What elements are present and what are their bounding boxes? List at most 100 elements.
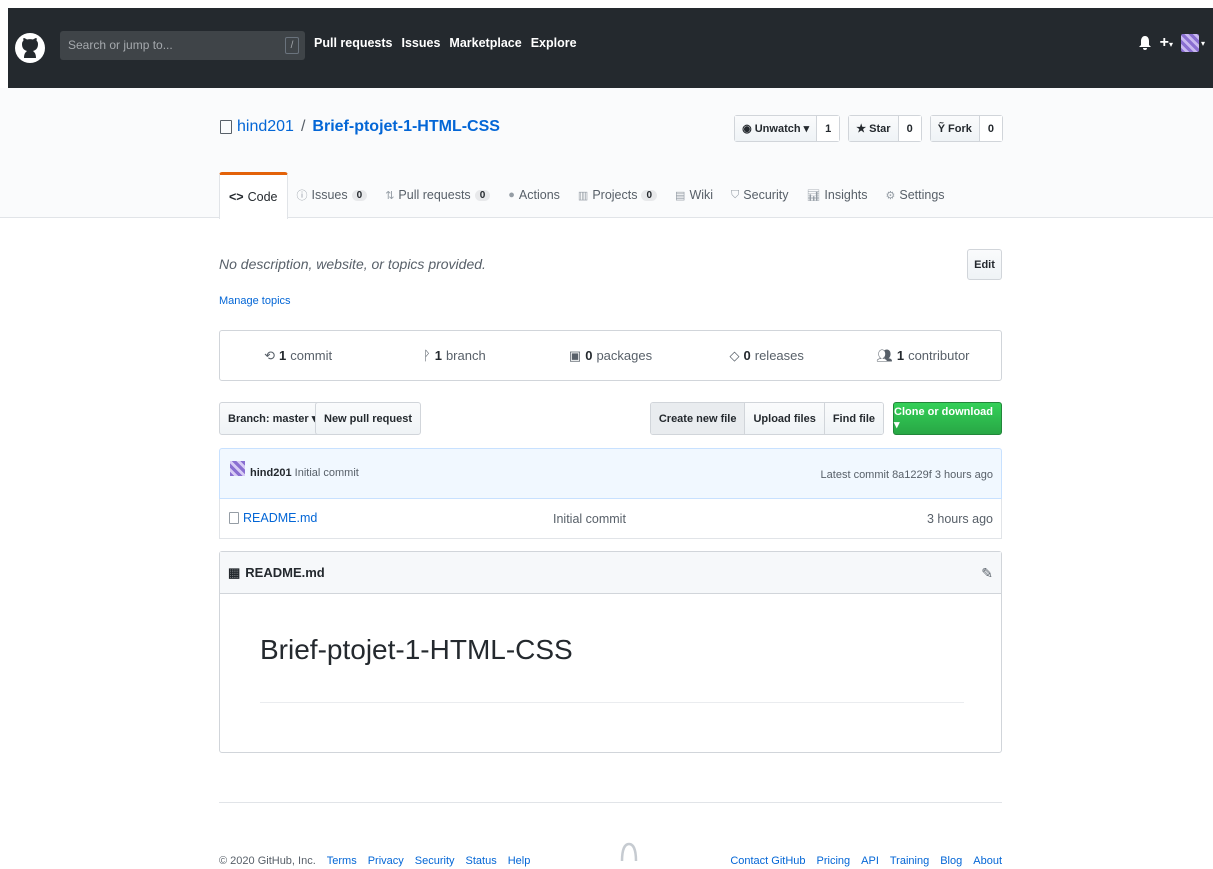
nav-pull-requests[interactable]: Pull requests (314, 36, 393, 50)
tab-issues-label: Issues (311, 188, 348, 202)
footer-link-pricing[interactable]: Pricing (817, 855, 851, 867)
github-logo-icon[interactable] (619, 841, 639, 861)
footer-link-contact[interactable]: Contact GitHub (730, 855, 805, 867)
tab-pull-requests[interactable]: ⇅ Pull requests 0 (376, 172, 499, 218)
history-icon: ⟲ (264, 347, 275, 363)
commit-message[interactable]: Initial commit (295, 467, 359, 479)
summary-branches[interactable]: ᚹ 1 branch (376, 331, 532, 380)
file-navigation: Branch: master ▾ New pull request Create… (219, 402, 1002, 436)
releases-label: releases (754, 348, 804, 363)
package-icon: ▣ (568, 347, 582, 363)
bell-icon[interactable] (1138, 35, 1152, 51)
branch-select-button[interactable]: Branch: master ▾ (219, 402, 327, 435)
fork-button[interactable]: Ỹ Fork (930, 116, 979, 141)
book-icon: ▦ (228, 564, 241, 580)
footer-link-training[interactable]: Training (890, 855, 929, 867)
divider (219, 802, 1002, 803)
latest-commit-info[interactable]: Latest commit 8a1229f 3 hours ago (821, 469, 993, 481)
create-new-dropdown[interactable]: +▾ (1160, 34, 1173, 52)
upload-files-button[interactable]: Upload files (744, 403, 824, 434)
github-logo-icon[interactable] (14, 32, 46, 64)
avatar (1180, 34, 1199, 52)
star-icon: ★ (856, 123, 867, 135)
new-pull-request-button[interactable]: New pull request (315, 402, 422, 435)
tab-wiki[interactable]: ▤ Wiki (666, 172, 722, 218)
tab-code[interactable]: <> Code (219, 172, 288, 219)
tab-issues[interactable]: ⓘ Issues 0 (288, 172, 377, 218)
commit-author-link[interactable]: hind201 (250, 467, 292, 479)
play-icon: ● (508, 189, 515, 201)
shield-icon: ⛉ (731, 188, 740, 201)
footer-link-status[interactable]: Status (466, 855, 497, 867)
nav-marketplace[interactable]: Marketplace (449, 36, 521, 50)
fork-count[interactable]: 0 (978, 116, 1002, 141)
commits-count: 1 (278, 348, 287, 363)
footer-link-api[interactable]: API (861, 855, 879, 867)
chevron-down-icon: ▾ (1168, 40, 1173, 49)
watch-count[interactable]: 1 (816, 116, 840, 141)
packages-count: 0 (585, 348, 593, 363)
repo-tabs: <> Code ⓘ Issues 0 ⇅ Pull requests 0 ● Actions… (219, 172, 954, 219)
footer-left: © 2020 GitHub, Inc. Terms Privacy Securi… (219, 855, 530, 867)
summary-packages[interactable]: ▣ 0 packages (532, 331, 688, 380)
create-new-file-button[interactable]: Create new file (650, 403, 745, 434)
tab-settings[interactable]: ⚙ Settings (877, 172, 954, 218)
tab-actions[interactable]: ● Actions (499, 172, 569, 218)
tab-insights[interactable]: 📊︎ Insights (797, 172, 876, 218)
clone-or-download-button[interactable]: Clone or download ▾ (893, 402, 1002, 435)
manage-topics-link[interactable]: Manage topics (219, 295, 291, 307)
footer-link-help[interactable]: Help (508, 855, 531, 867)
file-actions-group: Create new file Upload files Find file (649, 402, 884, 435)
summary-releases[interactable]: ◇ 0 releases (689, 331, 845, 380)
search-input[interactable]: Search or jump to... / (60, 31, 305, 60)
footer-link-terms[interactable]: Terms (327, 855, 357, 867)
summary-contributors[interactable]: 👥︎ 1 contributor (845, 331, 1001, 380)
pull-request-icon: ⇅ (385, 189, 395, 202)
file-link[interactable]: README.md (243, 511, 317, 525)
star-count[interactable]: 0 (897, 116, 921, 141)
nav-issues[interactable]: Issues (402, 36, 441, 50)
divider (260, 702, 964, 703)
repo-description: No description, website, or topics provi… (219, 256, 486, 272)
tab-projects[interactable]: ▥ Projects 0 (569, 172, 666, 218)
user-menu[interactable]: ▾ (1180, 34, 1205, 52)
repo-name-link[interactable]: Brief-ptojet-1-HTML-CSS (312, 118, 500, 136)
readme-heading: Brief-ptojet-1-HTML-CSS (260, 634, 573, 665)
repo-actions: ◉ Unwatch ▾ 1 ★ Star 0 Ỹ Fork 0 (734, 115, 1003, 142)
summary-commits[interactable]: ⟲ 1 commit (220, 331, 376, 380)
watch-group: ◉ Unwatch ▾ 1 (734, 115, 841, 142)
top-right-controls: +▾ ▾ (1138, 34, 1205, 52)
tab-pull-requests-counter: 0 (474, 189, 491, 201)
footer-link-blog[interactable]: Blog (940, 855, 962, 867)
repo-icon (220, 120, 232, 134)
footer-link-security[interactable]: Security (415, 855, 455, 867)
tab-issues-counter: 0 (351, 189, 368, 201)
edit-button[interactable]: Edit (967, 249, 1002, 280)
fork-icon: Ỹ (937, 122, 946, 135)
star-label: Star (869, 122, 891, 135)
search-placeholder: Search or jump to... (68, 38, 173, 52)
tab-security[interactable]: ⛉ Security (722, 172, 797, 218)
unwatch-label: Unwatch ▾ (754, 123, 810, 135)
unwatch-button[interactable]: ◉ Unwatch ▾ (735, 116, 817, 141)
fork-label: Fork (948, 122, 972, 135)
star-button[interactable]: ★ Star (849, 116, 898, 141)
repo-owner-link[interactable]: hind201 (237, 118, 294, 136)
footer-link-about[interactable]: About (973, 855, 1002, 867)
find-file-button[interactable]: Find file (823, 403, 883, 434)
tab-insights-label: Insights (824, 188, 868, 202)
tab-security-label: Security (743, 188, 789, 202)
search-shortcut-key: / (285, 37, 299, 54)
footer-link-privacy[interactable]: Privacy (368, 855, 404, 867)
people-icon: 👥︎ (876, 347, 893, 363)
plus-icon: + (1159, 34, 1169, 51)
table-row: README.md Initial commit 3 hours ago (219, 499, 1002, 539)
avatar[interactable] (230, 461, 245, 476)
file-age: 3 hours ago (926, 512, 993, 526)
nav-explore[interactable]: Explore (531, 36, 577, 50)
file-commit-message[interactable]: Initial commit (553, 512, 626, 526)
repo-summary: ⟲ 1 commit ᚹ 1 branch ▣ 0 packages ◇ 0 releases … (219, 330, 1002, 381)
fork-group: Ỹ Fork 0 (929, 115, 1003, 142)
pencil-icon[interactable]: ✎ (981, 565, 993, 582)
branches-count: 1 (434, 348, 442, 363)
